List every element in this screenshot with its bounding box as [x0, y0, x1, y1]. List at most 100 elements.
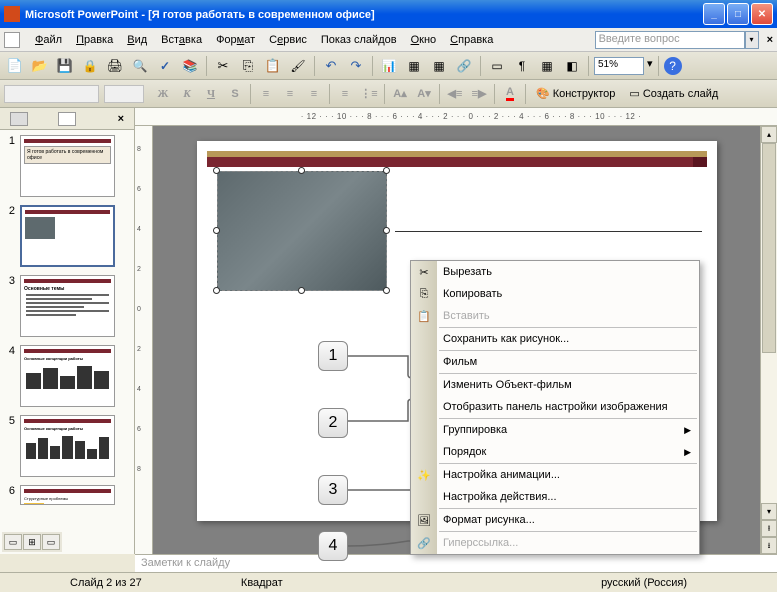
slideshow-view-button[interactable]: ▭	[42, 534, 60, 550]
doc-close-button[interactable]: ×	[767, 34, 773, 46]
cm-edit-movie-object[interactable]: Изменить Объект-фильм	[411, 374, 699, 396]
scroll-down-button[interactable]: ▾	[761, 503, 777, 520]
cm-action-settings[interactable]: Настройка действия...	[411, 486, 699, 508]
zoom-dropdown[interactable]: ▾	[647, 57, 653, 75]
resize-handle[interactable]	[213, 227, 220, 234]
menu-slideshow[interactable]: Показ слайдов	[314, 31, 404, 49]
redo-button[interactable]	[345, 55, 367, 77]
cm-grouping[interactable]: Группировка▶	[411, 419, 699, 441]
cut-button[interactable]	[212, 55, 234, 77]
align-right-button[interactable]: ≡	[303, 83, 325, 105]
scroll-up-button[interactable]: ▴	[761, 126, 777, 143]
thumbnail-item[interactable]: 5 Основные концепции работы	[5, 415, 129, 477]
italic-button[interactable]: К	[176, 83, 198, 105]
numbering-button[interactable]: ≡	[334, 83, 356, 105]
menu-tools[interactable]: Сервис	[262, 31, 314, 49]
cm-movie[interactable]: Фильм	[411, 351, 699, 373]
cm-copy[interactable]: ⎘Копировать	[411, 283, 699, 305]
maximize-button[interactable]: □	[727, 3, 749, 25]
research-button[interactable]: 📚	[179, 55, 201, 77]
copy-button[interactable]	[237, 55, 259, 77]
resize-handle[interactable]	[213, 287, 220, 294]
resize-handle[interactable]	[383, 167, 390, 174]
open-button[interactable]	[29, 55, 51, 77]
slides-tab[interactable]	[58, 112, 76, 126]
cm-format-picture[interactable]: 🖼Формат рисунка...	[411, 509, 699, 531]
format-painter-button[interactable]: 🖌	[287, 55, 309, 77]
new-button[interactable]	[4, 55, 26, 77]
menu-window[interactable]: Окно	[404, 31, 444, 49]
insert-hyperlink-button[interactable]: 🔗	[453, 55, 475, 77]
insert-table-button[interactable]: ▦	[403, 55, 425, 77]
selected-image[interactable]	[217, 171, 387, 291]
zoom-input[interactable]: 51%	[594, 57, 644, 75]
next-slide-button[interactable]: ⭳	[761, 537, 777, 554]
print-preview-button[interactable]: 🔍	[129, 55, 151, 77]
normal-view-button[interactable]: ▭	[4, 534, 22, 550]
increase-font-button[interactable]: A▴	[389, 83, 411, 105]
thumbnail-item[interactable]: 3 Основные темы	[5, 275, 129, 337]
outline-tab[interactable]	[10, 112, 28, 126]
control-icon[interactable]	[4, 32, 20, 48]
help-dropdown[interactable]: ▾	[745, 31, 759, 49]
thumbnail[interactable]	[20, 205, 115, 267]
cm-cut[interactable]: ✂Вырезать	[411, 261, 699, 283]
resize-handle[interactable]	[298, 167, 305, 174]
align-left-button[interactable]: ≡	[255, 83, 277, 105]
help-button[interactable]: ?	[664, 57, 682, 75]
thumbnail-item[interactable]: 6 Структурные проблемы	[5, 485, 129, 505]
font-color-button[interactable]: A	[499, 83, 521, 105]
underline-button[interactable]: Ч	[200, 83, 222, 105]
cm-order[interactable]: Порядок▶	[411, 441, 699, 463]
tables-borders-button[interactable]: ▦	[428, 55, 450, 77]
design-button[interactable]: 🎨 Конструктор	[530, 85, 621, 102]
font-size-input[interactable]	[104, 85, 144, 103]
decrease-font-button[interactable]: A▾	[413, 83, 435, 105]
thumbnail-item[interactable]: 2	[5, 205, 129, 267]
notes-pane[interactable]: Заметки к слайду	[135, 554, 777, 572]
permission-button[interactable]: 🔒	[79, 55, 101, 77]
prev-slide-button[interactable]: ⭱	[761, 520, 777, 537]
thumbnail[interactable]: Основные концепции работы	[20, 345, 115, 407]
resize-handle[interactable]	[213, 167, 220, 174]
resize-handle[interactable]	[298, 287, 305, 294]
help-search-input[interactable]: Введите вопрос	[595, 31, 745, 49]
increase-indent-button[interactable]: ≡▶	[468, 83, 490, 105]
close-button[interactable]: ✕	[751, 3, 773, 25]
minimize-button[interactable]: _	[703, 3, 725, 25]
print-button[interactable]	[104, 55, 126, 77]
thumbnail[interactable]: Основные темы	[20, 275, 115, 337]
vertical-scrollbar[interactable]: ▴ ▾ ⭱ ⭳	[760, 126, 777, 554]
panel-close-button[interactable]: ×	[118, 113, 124, 125]
menu-insert[interactable]: Вставка	[154, 31, 209, 49]
thumbnail-item[interactable]: 1 Я готов работать в современном офисе	[5, 135, 129, 197]
menu-help[interactable]: Справка	[443, 31, 500, 49]
new-slide-button[interactable]: ▭ Создать слайд	[623, 85, 724, 102]
language-indicator[interactable]: русский (Россия)	[601, 577, 687, 589]
save-button[interactable]	[54, 55, 76, 77]
insert-chart-button[interactable]: 📊	[378, 55, 400, 77]
shadow-button[interactable]: S	[224, 83, 246, 105]
sorter-view-button[interactable]: ⊞	[23, 534, 41, 550]
cm-save-as-picture[interactable]: Сохранить как рисунок...	[411, 328, 699, 350]
thumbnail[interactable]: Я готов работать в современном офисе	[20, 135, 115, 197]
menu-view[interactable]: Вид	[120, 31, 154, 49]
font-family-input[interactable]	[4, 85, 99, 103]
resize-handle[interactable]	[383, 287, 390, 294]
resize-handle[interactable]	[383, 227, 390, 234]
decrease-indent-button[interactable]: ◀≡	[444, 83, 466, 105]
undo-button[interactable]	[320, 55, 342, 77]
color-grayscale-button[interactable]: ◧	[561, 55, 583, 77]
cm-show-picture-toolbar[interactable]: Отобразить панель настройки изображения	[411, 396, 699, 418]
bullets-button[interactable]: ⋮≡	[358, 83, 380, 105]
thumbnail[interactable]: Основные концепции работы	[20, 415, 115, 477]
thumbnail-item[interactable]: 4 Основные концепции работы	[5, 345, 129, 407]
paste-button[interactable]	[262, 55, 284, 77]
menu-file[interactable]: Файл	[28, 31, 69, 49]
show-grid-button[interactable]: ▦	[536, 55, 558, 77]
cm-custom-animation[interactable]: ✨Настройка анимации...	[411, 464, 699, 486]
show-formatting-button[interactable]: ¶	[511, 55, 533, 77]
thumbnail[interactable]: Структурные проблемы	[20, 485, 115, 505]
scroll-thumb[interactable]	[762, 143, 776, 353]
spellcheck-button[interactable]: ✓	[154, 55, 176, 77]
